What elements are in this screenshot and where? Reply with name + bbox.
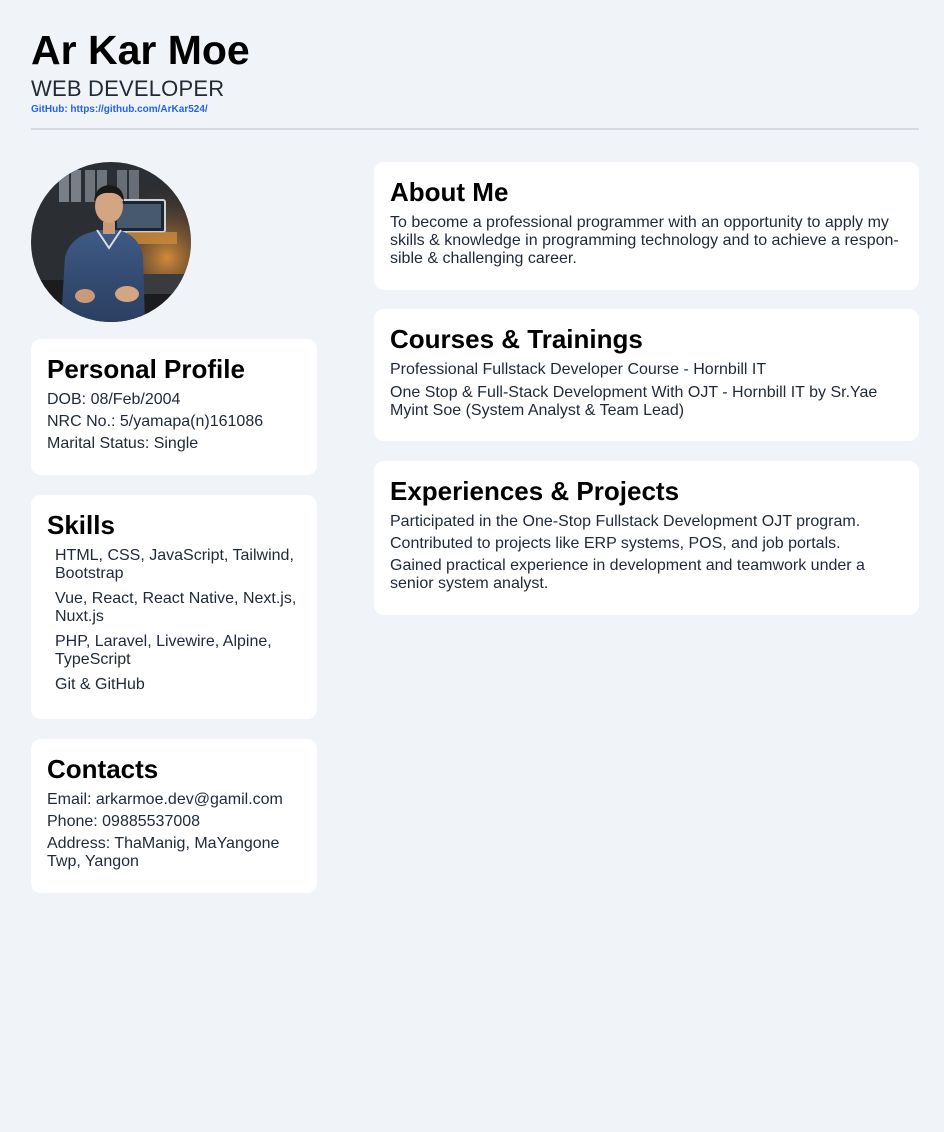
profile-photo bbox=[31, 162, 191, 322]
experience-item: Gained practical experience in developme… bbox=[390, 557, 865, 592]
course-item: One Stop & Full-Stack Development With O… bbox=[390, 384, 878, 419]
experience-card: Experiences & Projects Participated in t… bbox=[374, 461, 919, 615]
contact-address: Address: ThaManig, MaYangone Twp, Yangon bbox=[47, 835, 280, 870]
experience-item: Contributed to projects like ERP systems… bbox=[390, 535, 841, 552]
profile-marital-status: Marital Status: Single bbox=[47, 435, 199, 452]
job-title: WEB DEVELOPER bbox=[31, 76, 225, 101]
person-name: Ar Kar Moe bbox=[31, 27, 250, 73]
header-divider bbox=[31, 128, 919, 130]
experience-item: Participated in the One-Stop Fullstack D… bbox=[390, 513, 861, 530]
skill-item: Git & GitHub bbox=[55, 676, 145, 693]
skill-item: PHP, Laravel, Livewire, Alpine, TypeScri… bbox=[55, 633, 272, 668]
profile-nrc: NRC No.: 5/yamapa(n)161086 bbox=[47, 413, 264, 430]
contact-phone: Phone: 09885537008 bbox=[47, 813, 201, 830]
personal-profile-heading: Personal Profile bbox=[47, 354, 245, 384]
about-me-card: About Me To become a professional progra… bbox=[374, 162, 919, 290]
skills-card: Skills HTML, CSS, JavaScript, Tailwind, … bbox=[31, 495, 317, 719]
resume-header: Ar Kar Moe WEB DEVELOPER GitHub: https:/… bbox=[31, 26, 919, 117]
contact-email: Email: arkarmoe.dev@gamil.com bbox=[47, 791, 283, 808]
resume-page: Ar Kar Moe WEB DEVELOPER GitHub: https:/… bbox=[0, 0, 944, 1132]
github-link[interactable]: GitHub: https://github.com/ArKar524/ bbox=[31, 103, 919, 117]
contacts-card: Contacts Email: arkarmoe.dev@gamil.com P… bbox=[31, 739, 317, 893]
contacts-heading: Contacts bbox=[47, 754, 159, 784]
profile-dob: DOB: 08/Feb/2004 bbox=[47, 391, 181, 408]
about-me-text: To become a professional programmer with… bbox=[390, 214, 899, 267]
skill-item: Vue, React, React Native, Next.js, Nuxt.… bbox=[55, 590, 297, 625]
courses-card: Courses & Trainings Professional Fullsta… bbox=[374, 309, 919, 441]
experience-heading: Experiences & Projects bbox=[390, 476, 680, 506]
skill-item: HTML, CSS, JavaScript, Tailwind, Bootstr… bbox=[55, 547, 294, 582]
skills-heading: Skills bbox=[47, 510, 115, 540]
course-item: Professional Fullstack Developer Course … bbox=[390, 361, 767, 378]
courses-heading: Courses & Trainings bbox=[390, 324, 643, 354]
about-me-heading: About Me bbox=[390, 177, 509, 207]
personal-profile-card: Personal Profile DOB: 08/Feb/2004 NRC No… bbox=[31, 339, 317, 475]
